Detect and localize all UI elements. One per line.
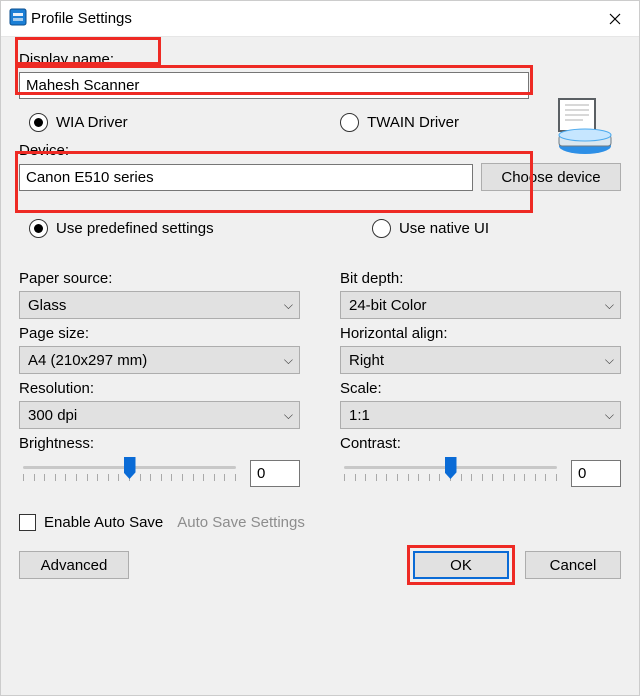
radio-predefined-label: Use predefined settings bbox=[56, 220, 214, 237]
enable-auto-save-label: Enable Auto Save bbox=[44, 514, 163, 531]
app-icon bbox=[9, 8, 27, 30]
enable-auto-save-checkbox[interactable] bbox=[19, 514, 36, 531]
scale-label: Scale: bbox=[340, 380, 621, 397]
cancel-button[interactable]: Cancel bbox=[525, 551, 621, 579]
chevron-down-icon: ⌵ bbox=[605, 353, 614, 368]
auto-save-settings-link: Auto Save Settings bbox=[177, 514, 305, 531]
chevron-down-icon: ⌵ bbox=[605, 408, 614, 423]
page-size-combo[interactable]: A4 (210x297 mm) ⌵ bbox=[19, 346, 300, 374]
scale-combo[interactable]: 1:1 ⌵ bbox=[340, 401, 621, 429]
close-button[interactable] bbox=[593, 4, 637, 34]
device-label: Device: bbox=[19, 142, 621, 159]
advanced-button[interactable]: Advanced bbox=[19, 551, 129, 579]
horizontal-align-label: Horizontal align: bbox=[340, 325, 621, 342]
brightness-slider[interactable] bbox=[19, 456, 240, 490]
paper-source-value: Glass bbox=[28, 297, 66, 314]
ok-button[interactable]: OK bbox=[413, 551, 509, 579]
radio-twain-label: TWAIN Driver bbox=[367, 114, 459, 131]
scale-value: 1:1 bbox=[349, 407, 370, 424]
resolution-combo[interactable]: 300 dpi ⌵ bbox=[19, 401, 300, 429]
chevron-down-icon: ⌵ bbox=[284, 408, 293, 423]
paper-source-combo[interactable]: Glass ⌵ bbox=[19, 291, 300, 319]
resolution-label: Resolution: bbox=[19, 380, 300, 397]
device-input[interactable] bbox=[19, 164, 473, 191]
scanner-icon bbox=[553, 93, 617, 157]
profile-settings-dialog: Profile Settings Display name: bbox=[0, 0, 640, 696]
contrast-slider[interactable] bbox=[340, 456, 561, 490]
titlebar: Profile Settings bbox=[1, 1, 639, 37]
brightness-value-input[interactable] bbox=[250, 460, 300, 487]
radio-native-ui[interactable]: Use native UI bbox=[372, 219, 489, 238]
radio-wia-driver[interactable]: WIA Driver bbox=[29, 113, 128, 132]
radio-native-label: Use native UI bbox=[399, 220, 489, 237]
horizontal-align-value: Right bbox=[349, 352, 384, 369]
brightness-label: Brightness: bbox=[19, 435, 300, 452]
horizontal-align-combo[interactable]: Right ⌵ bbox=[340, 346, 621, 374]
window-title: Profile Settings bbox=[27, 10, 593, 27]
chevron-down-icon: ⌵ bbox=[605, 298, 614, 313]
choose-device-button[interactable]: Choose device bbox=[481, 163, 621, 191]
chevron-down-icon: ⌵ bbox=[284, 298, 293, 313]
contrast-label: Contrast: bbox=[340, 435, 621, 452]
page-size-value: A4 (210x297 mm) bbox=[28, 352, 147, 369]
bit-depth-combo[interactable]: 24-bit Color ⌵ bbox=[340, 291, 621, 319]
radio-wia-label: WIA Driver bbox=[56, 114, 128, 131]
display-name-input[interactable] bbox=[19, 72, 529, 99]
display-name-label: Display name: bbox=[19, 51, 529, 68]
radio-predefined-settings[interactable]: Use predefined settings bbox=[29, 219, 214, 238]
page-size-label: Page size: bbox=[19, 325, 300, 342]
bit-depth-label: Bit depth: bbox=[340, 270, 621, 287]
contrast-value-input[interactable] bbox=[571, 460, 621, 487]
paper-source-label: Paper source: bbox=[19, 270, 300, 287]
chevron-down-icon: ⌵ bbox=[284, 353, 293, 368]
bit-depth-value: 24-bit Color bbox=[349, 297, 427, 314]
resolution-value: 300 dpi bbox=[28, 407, 77, 424]
radio-twain-driver[interactable]: TWAIN Driver bbox=[340, 113, 459, 132]
